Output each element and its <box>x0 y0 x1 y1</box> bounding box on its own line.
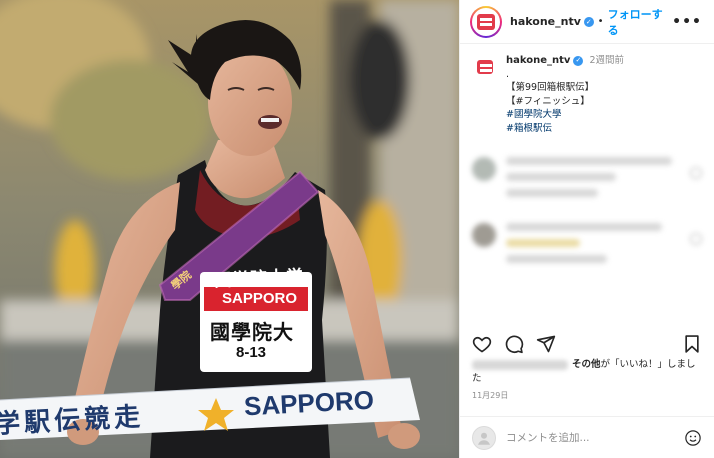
tape-text: 学駅伝競走 <box>0 402 145 440</box>
likes-others-link[interactable]: その他 <box>572 359 601 370</box>
bookmark-icon[interactable] <box>682 334 702 354</box>
bib-sponsor: SAPPORO <box>222 290 298 307</box>
hashtag-link[interactable]: #國學院大學 <box>506 108 624 122</box>
bib-number: 8-13 <box>236 344 267 361</box>
account-username[interactable]: hakone_ntv <box>510 15 581 28</box>
account-avatar[interactable] <box>470 5 502 38</box>
jersey-text: 國学院大学 <box>213 266 305 292</box>
liker-name[interactable] <box>472 359 568 370</box>
follow-button[interactable]: フォローする <box>608 6 673 38</box>
caption-text: . 【第99回箱根駅伝】 【#フィニッシュ】 #國學院大學 #箱根駅伝 <box>506 68 624 136</box>
caption-username[interactable]: hakone_ntv <box>506 54 570 68</box>
comment-icon[interactable] <box>504 334 524 354</box>
comment-avatar <box>472 157 496 181</box>
comment-item <box>460 157 714 205</box>
more-options-icon[interactable]: ••• <box>672 14 702 30</box>
likes-summary: その他が「いいね！」しました <box>472 358 704 386</box>
caption-line: 【第99回箱根駅伝】 <box>506 82 595 93</box>
caption-line: 【#フィニッシュ】 <box>506 95 590 107</box>
post-date[interactable]: 11月29日 <box>472 390 508 401</box>
action-bar <box>472 334 702 354</box>
bib-school: 國學院大 <box>210 320 294 344</box>
post-time[interactable]: 2週間前 <box>589 54 624 68</box>
hakone-logo-icon <box>477 13 495 30</box>
runner-photo <box>0 0 459 458</box>
comment-like-icon[interactable] <box>690 167 702 179</box>
comment-avatar <box>472 223 496 247</box>
comment-like-icon[interactable] <box>690 233 702 245</box>
verified-badge-icon: ✓ <box>573 55 584 66</box>
emoji-icon[interactable] <box>684 429 702 447</box>
user-avatar-icon <box>472 425 496 450</box>
hakone-logo-icon <box>477 60 493 74</box>
caption-line: . <box>506 68 510 80</box>
hashtag-link[interactable]: #箱根駅伝 <box>506 122 624 136</box>
comment-bar: コメントを追加... <box>460 416 714 458</box>
share-icon[interactable] <box>536 334 556 354</box>
comment-item <box>460 223 714 271</box>
heart-icon[interactable] <box>472 334 492 354</box>
post-side-panel: hakone_ntv ✓ • フォローする ••• hakone_ntv ✓ 2… <box>459 0 714 458</box>
post-header: hakone_ntv ✓ • フォローする ••• <box>460 0 714 44</box>
verified-badge-icon: ✓ <box>583 16 594 27</box>
post-photo[interactable]: 國学院大学 SAPPORO 國學院大 8-13 學院 学駅伝競走 SAPPORO <box>0 0 459 458</box>
post-caption: hakone_ntv ✓ 2週間前 . 【第99回箱根駅伝】 【#フィニッシュ】… <box>460 44 714 135</box>
comment-input[interactable]: コメントを追加... <box>506 430 590 445</box>
caption-avatar[interactable] <box>472 54 498 80</box>
separator-dot: • <box>597 16 604 27</box>
